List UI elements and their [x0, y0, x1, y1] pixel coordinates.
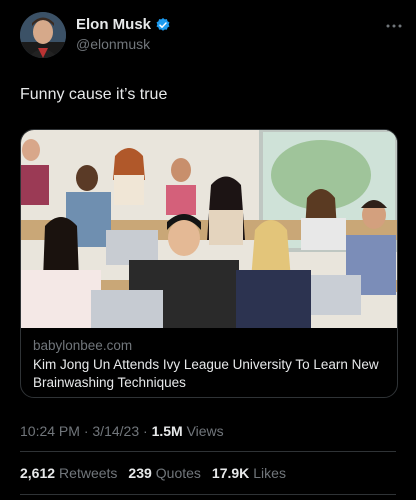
- views-label: Views: [186, 423, 224, 439]
- tweet-text: Funny cause it’s true: [20, 86, 168, 103]
- retweets-count: 2,612: [20, 465, 56, 481]
- retweets-label: Retweets: [59, 465, 118, 481]
- author-name-row[interactable]: Elon Musk: [76, 16, 171, 33]
- likes-count: 17.9K: [211, 465, 250, 481]
- meta-separator: ·: [143, 423, 148, 439]
- quotes-count: 239: [128, 465, 152, 481]
- retweets-stat[interactable]: 2,612 Retweets: [20, 465, 117, 481]
- more-options-icon[interactable]: [386, 16, 402, 32]
- quotes-label: Quotes: [155, 465, 201, 481]
- tweet-header: Elon Musk @elonmusk: [20, 12, 402, 64]
- author-handle[interactable]: @elonmusk: [76, 36, 171, 52]
- likes-label: Likes: [253, 465, 286, 481]
- link-card[interactable]: babylonbee.com Kim Jong Un Attends Ivy L…: [20, 129, 398, 398]
- divider: [20, 451, 396, 452]
- author-display-name[interactable]: Elon Musk: [76, 16, 151, 33]
- likes-stat[interactable]: 17.9K Likes: [212, 465, 286, 481]
- divider: [20, 494, 396, 495]
- tweet-meta: 10:24 PM · 3/14/23 · 1.5M Views: [20, 423, 224, 439]
- engagement-stats: 2,612 Retweets 239 Quotes 17.9K Likes: [20, 465, 290, 481]
- views-count: 1.5M: [151, 423, 183, 439]
- tweet-time[interactable]: 10:24 PM: [20, 423, 80, 439]
- author-avatar[interactable]: [20, 12, 66, 58]
- verified-badge-icon: [155, 17, 171, 33]
- meta-separator: ·: [83, 423, 89, 439]
- card-domain: babylonbee.com: [33, 338, 133, 353]
- tweet-date[interactable]: 3/14/23: [92, 423, 139, 439]
- card-image[interactable]: [21, 130, 397, 328]
- quotes-stat[interactable]: 239 Quotes: [128, 465, 201, 481]
- card-title: Kim Jong Un Attends Ivy League Universit…: [33, 357, 379, 390]
